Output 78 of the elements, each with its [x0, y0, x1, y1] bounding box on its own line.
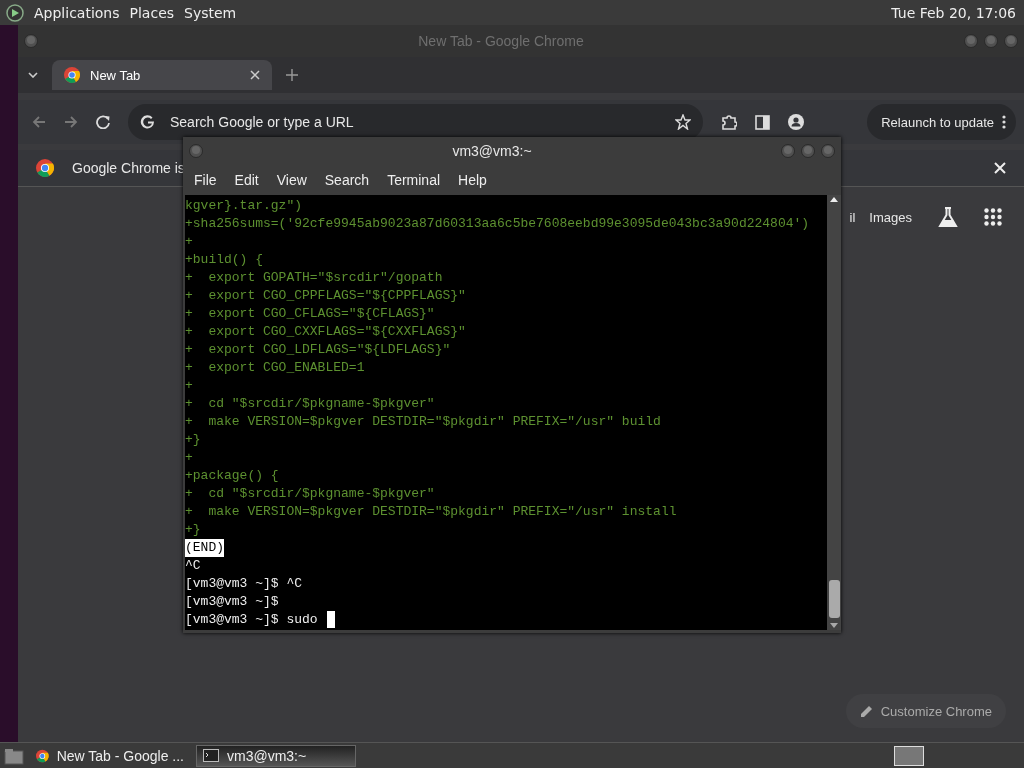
customize-button[interactable]: Customize Chrome	[845, 694, 1006, 728]
window-control-button[interactable]	[964, 34, 978, 48]
forward-icon[interactable]	[64, 115, 78, 129]
menu-item[interactable]: Edit	[225, 168, 268, 192]
terminal-line: + export GOPATH="$srcdir"/gopath	[185, 269, 443, 287]
terminal-icon	[203, 748, 219, 763]
close-icon[interactable]	[250, 70, 260, 80]
panel-menu[interactable]: System	[184, 2, 237, 23]
scrollbar[interactable]	[827, 195, 841, 630]
window-menu-button[interactable]	[189, 144, 203, 158]
terminal-line: + export CGO_CPPFLAGS="${CPPFLAGS}"	[185, 287, 466, 305]
terminal-line: +	[185, 449, 193, 467]
terminal-line: + export CGO_LDFLAGS="${LDFLAGS}"	[185, 341, 451, 359]
relaunch-button[interactable]: Relaunch to update	[867, 104, 1016, 140]
side-panel-icon[interactable]	[755, 114, 770, 130]
scroll-down-icon[interactable]	[829, 622, 839, 630]
back-icon[interactable]	[32, 115, 46, 129]
window-control-button[interactable]	[781, 144, 795, 158]
window-title: vm3@vm3:~	[451, 143, 533, 159]
ntp-link[interactable]: il	[849, 209, 856, 225]
workspace-switcher[interactable]	[894, 745, 924, 766]
terminal-line: +package() {	[185, 467, 279, 485]
window-menu-button[interactable]	[24, 34, 38, 48]
terminal-line: +	[185, 377, 193, 395]
terminal-line: + make VERSION=$pkgver DESTDIR="$pkgdir" PREFIX="/usr" build	[185, 413, 661, 431]
terminal-line: kgver}.tar.gz")	[185, 197, 303, 215]
terminal-line: + make VERSION=$pkgver DESTDIR="$pkgdir" PREFIX="/usr" install	[185, 503, 677, 521]
terminal-line: +sha256sums=('92cfe9945ab9023a87d60313aa6c5be7608eebd99e3095de043bc3a90d224804')	[185, 215, 810, 233]
logo-icon	[36, 747, 49, 764]
search-engine-icon	[140, 114, 156, 130]
address-field[interactable]: Search Google or type a URL	[168, 113, 663, 131]
terminal-line: +	[185, 233, 193, 251]
bookmark-star-icon[interactable]	[675, 114, 691, 130]
terminal-line: [vm3@vm3 ~]$ ^C	[185, 575, 303, 593]
menu-item[interactable]: View	[267, 168, 316, 192]
address-bar[interactable]: Search Google or type a URL	[128, 104, 703, 140]
logo-icon	[64, 67, 80, 83]
menu-item[interactable]: File	[185, 168, 226, 192]
logo-icon	[36, 159, 54, 177]
taskbar-item[interactable]: New Tab - Google ...	[30, 744, 190, 767]
terminal-line: + cd "$srcdir/$pkgname-$pkgver"	[185, 395, 435, 413]
terminal-line: + export CGO_ENABLED=1	[185, 359, 365, 377]
flask-icon[interactable]	[938, 207, 958, 227]
terminal-line: [vm3@vm3 ~]$	[185, 593, 279, 611]
new-tab-icon[interactable]	[286, 69, 298, 81]
terminal-line: + export CGO_CFLAGS="${CFLAGS}"	[185, 305, 435, 323]
apps-grid-icon[interactable]	[984, 208, 1002, 226]
window-control-button[interactable]	[984, 34, 998, 48]
menu-item[interactable]: Terminal	[378, 168, 450, 192]
terminal-line: ^C	[185, 557, 201, 575]
terminal-line: [vm3@vm3 ~]$ sudo	[185, 611, 318, 629]
taskbar-item[interactable]: vm3@vm3:~	[196, 744, 356, 767]
window-title: New Tab - Google Chrome	[417, 33, 585, 49]
terminal-line: + cd "$srcdir/$pkgname-$pkgver"	[185, 485, 435, 503]
ntp-link[interactable]: Images	[869, 209, 912, 225]
panel-menu[interactable]: Applications	[34, 2, 120, 23]
scroll-up-icon[interactable]	[829, 195, 839, 203]
scroll-thumb[interactable]	[828, 580, 840, 618]
pencil-icon	[859, 704, 873, 718]
terminal-line: + export CGO_CXXFLAGS="${CXXFLAGS}"	[185, 323, 466, 341]
panel-menu[interactable]: Places	[129, 2, 175, 23]
extensions-icon[interactable]	[721, 114, 737, 130]
more-icon[interactable]	[1002, 115, 1006, 129]
browser-tab[interactable]: New Tab	[52, 60, 272, 90]
window-control-button[interactable]	[1004, 34, 1018, 48]
terminal-line: +}	[185, 521, 201, 539]
window-control-button[interactable]	[821, 144, 835, 158]
show-desktop-icon[interactable]	[4, 746, 24, 765]
app-menu-icon[interactable]	[6, 3, 24, 22]
menu-item[interactable]: Search	[315, 168, 379, 192]
profile-icon[interactable]	[788, 114, 804, 130]
window-control-button[interactable]	[801, 144, 815, 158]
menu-item[interactable]: Help	[449, 168, 496, 192]
chevron-down-icon[interactable]	[28, 72, 38, 78]
terminal-line: +build() {	[185, 251, 263, 269]
clock: Tue Feb 20, 17:06	[891, 4, 1016, 21]
terminal-line: +}	[185, 431, 201, 449]
reload-icon[interactable]	[96, 115, 110, 129]
